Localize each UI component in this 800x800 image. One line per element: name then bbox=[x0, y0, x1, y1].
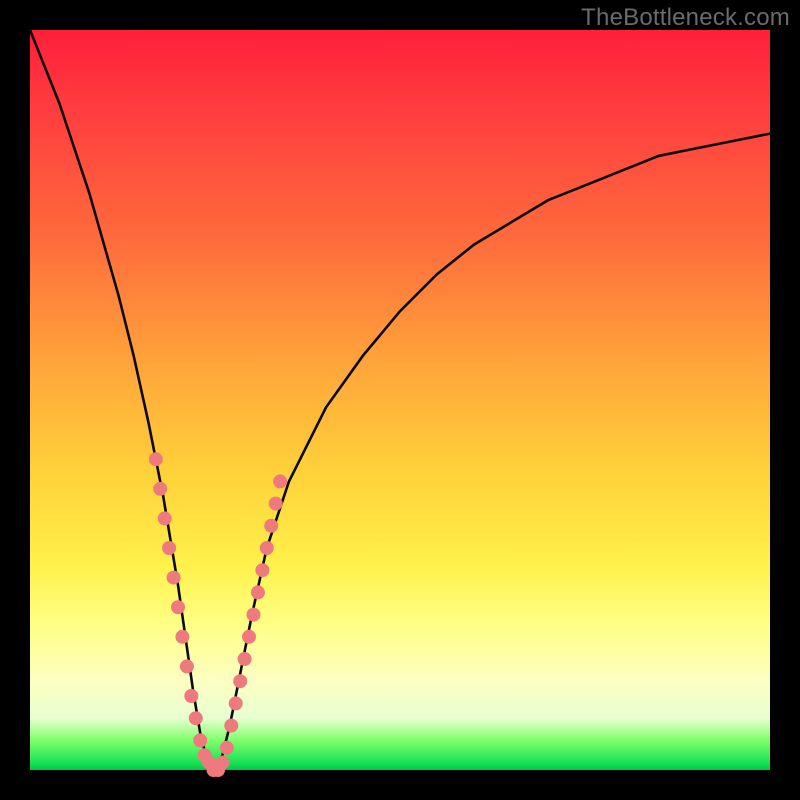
marker-dot bbox=[251, 585, 265, 599]
marker-dot bbox=[171, 600, 185, 614]
chart-frame: TheBottleneck.com bbox=[0, 0, 800, 800]
marker-dot bbox=[220, 741, 234, 755]
marker-dot bbox=[153, 482, 167, 496]
marker-dot bbox=[273, 474, 287, 488]
marker-dot bbox=[149, 452, 163, 466]
marker-dot bbox=[229, 696, 243, 710]
marker-dot bbox=[269, 497, 283, 511]
marker-dot bbox=[242, 630, 256, 644]
marker-dot bbox=[224, 719, 238, 733]
marker-dot bbox=[180, 659, 194, 673]
marker-dot bbox=[167, 571, 181, 585]
bottleneck-curve bbox=[30, 30, 770, 770]
marker-dot bbox=[175, 630, 189, 644]
marker-dot bbox=[255, 563, 269, 577]
marker-dot bbox=[193, 733, 207, 747]
curve-layer bbox=[30, 30, 770, 770]
marker-dot bbox=[264, 519, 278, 533]
marker-group bbox=[149, 452, 287, 777]
marker-dot bbox=[233, 674, 247, 688]
marker-dot bbox=[260, 541, 274, 555]
watermark-text: TheBottleneck.com bbox=[581, 4, 790, 32]
marker-dot bbox=[162, 541, 176, 555]
plot-area bbox=[30, 30, 770, 770]
marker-dot bbox=[184, 689, 198, 703]
marker-dot bbox=[215, 756, 229, 770]
marker-dot bbox=[247, 608, 261, 622]
marker-dot bbox=[189, 711, 203, 725]
marker-dot bbox=[158, 511, 172, 525]
marker-dot bbox=[238, 652, 252, 666]
